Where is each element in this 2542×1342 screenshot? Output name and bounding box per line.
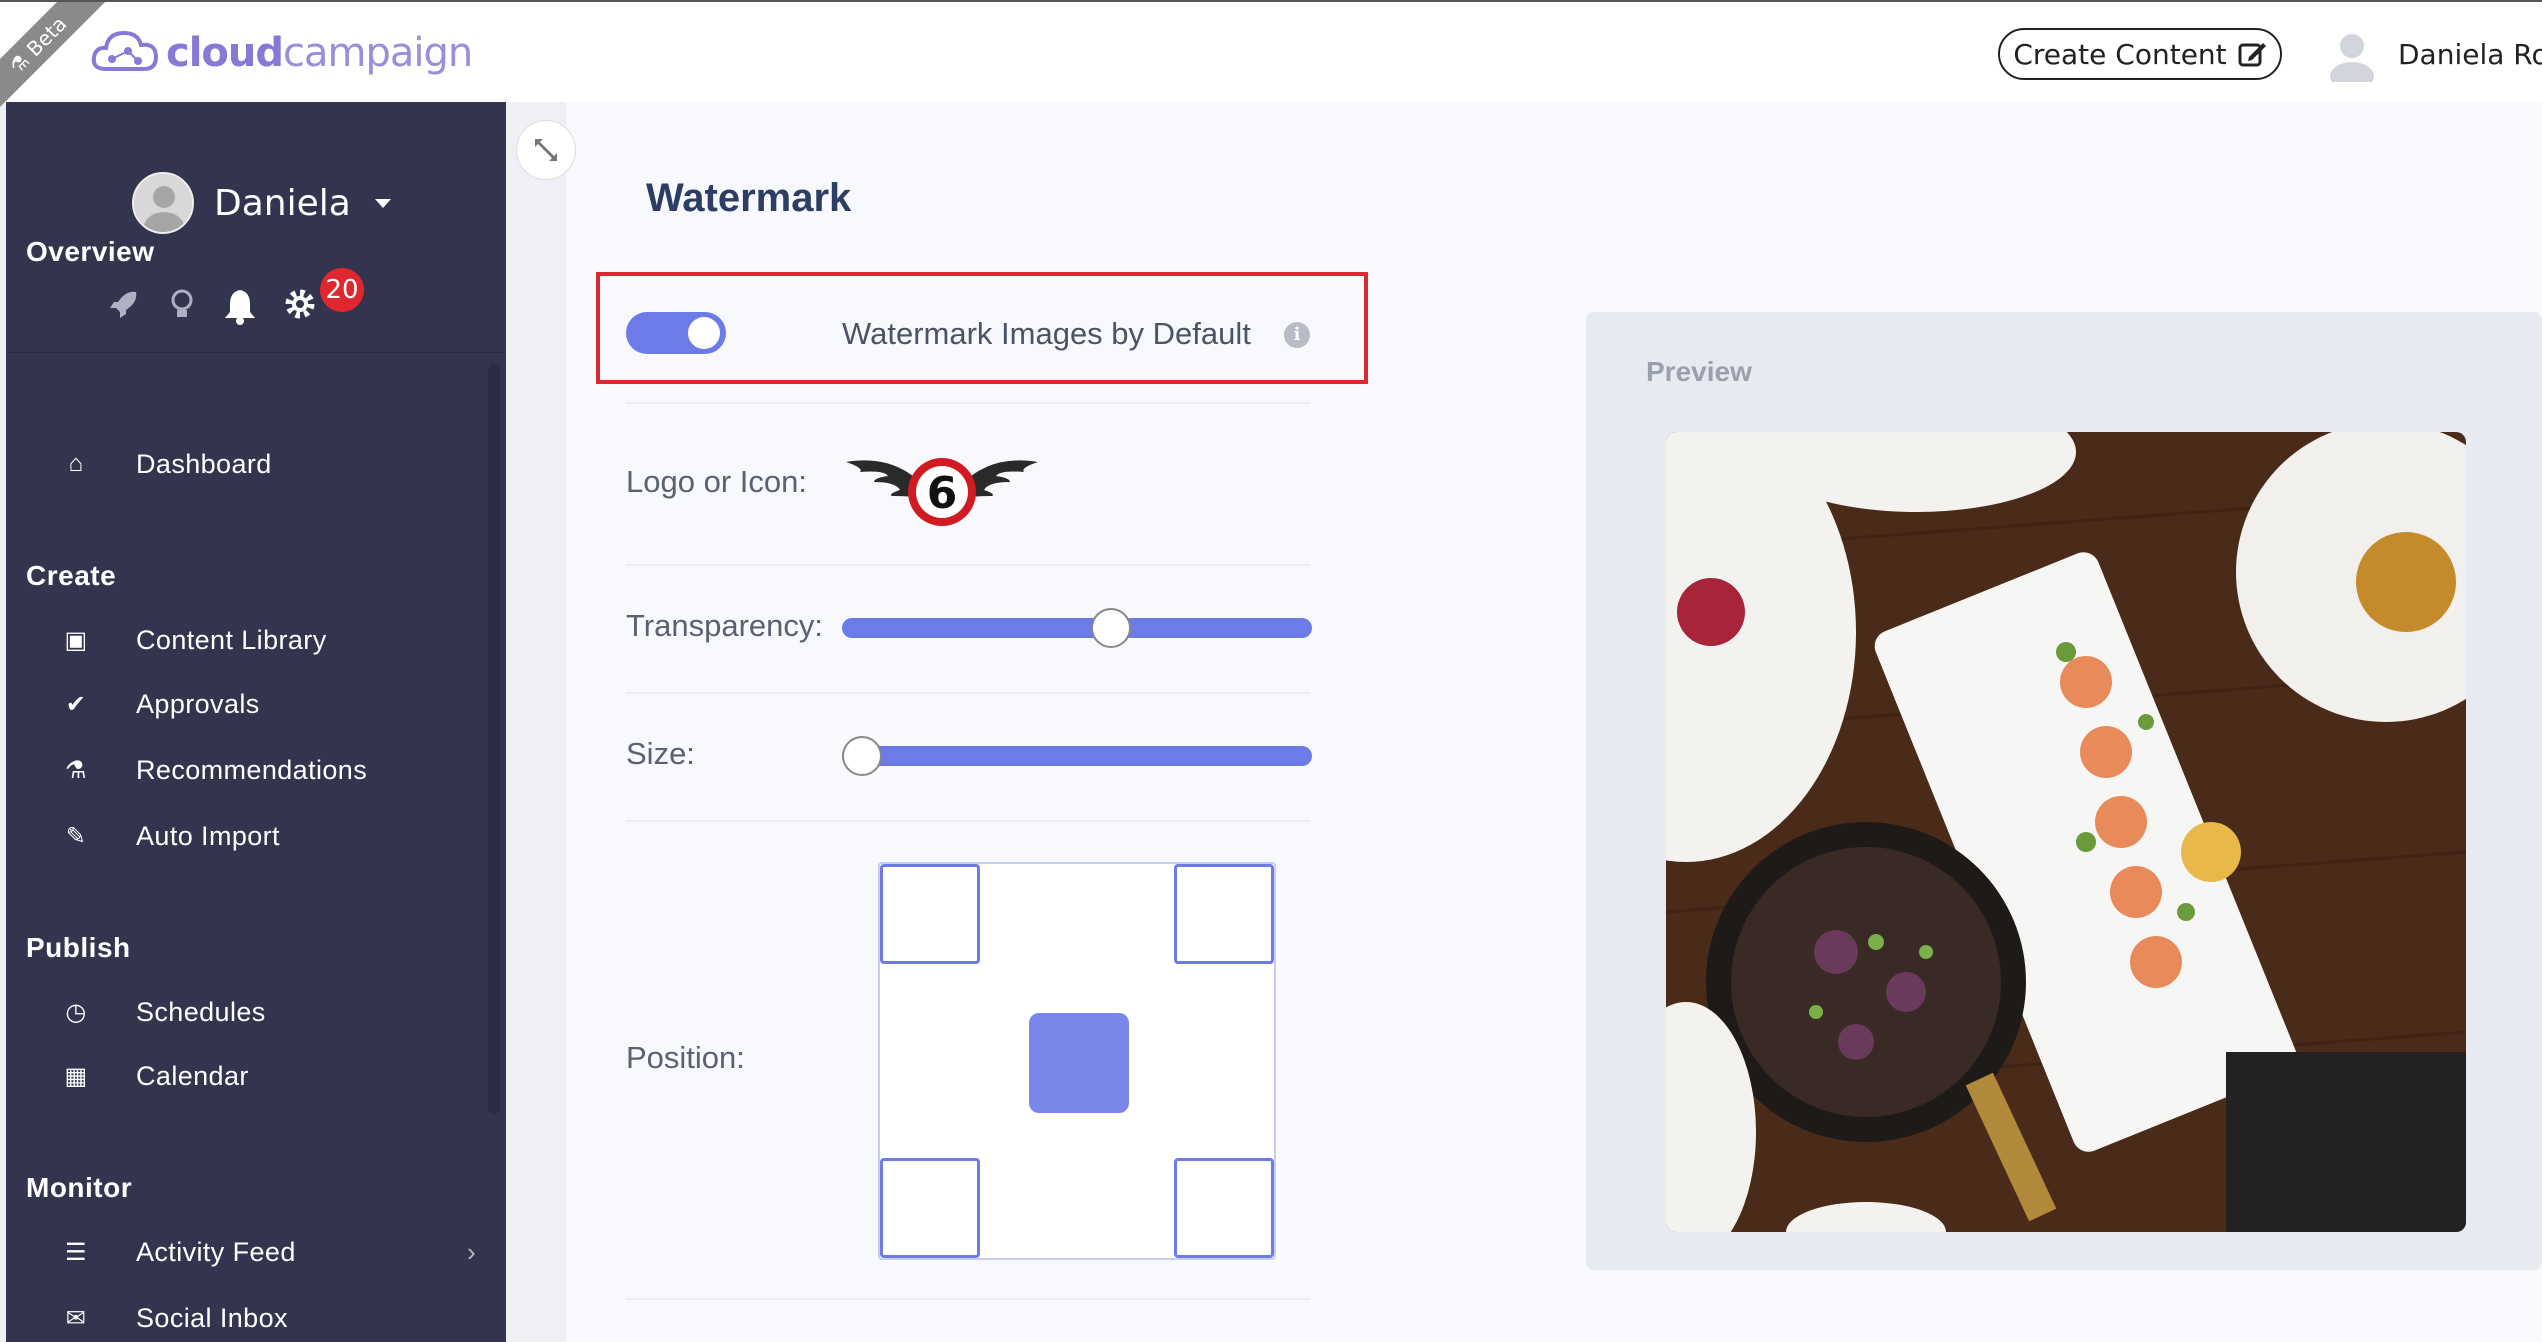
divider bbox=[626, 402, 1310, 404]
user-name: Daniela Ros bbox=[2398, 37, 2542, 71]
divider bbox=[626, 1298, 1310, 1300]
section-create: Create bbox=[26, 560, 117, 591]
sidebar-divider bbox=[6, 352, 506, 353]
bell-icon[interactable] bbox=[218, 286, 262, 330]
top-bar: ⚗ Beta cloudcampaign Create Content Dani… bbox=[0, 0, 2542, 114]
sidebar: Daniela 20 Overview ⌂ Dashboard Create ▣… bbox=[6, 102, 506, 1342]
section-overview: Overview bbox=[26, 236, 155, 267]
user-menu[interactable]: Daniela Ros bbox=[2324, 24, 2542, 84]
sidebar-item-dashboard[interactable]: ⌂ Dashboard bbox=[56, 442, 476, 486]
logo-text: cloudcampaign bbox=[166, 30, 473, 76]
chevron-right-icon: › bbox=[466, 1236, 476, 1267]
divider bbox=[626, 820, 1310, 822]
profile-name: Daniela bbox=[214, 182, 351, 224]
position-top-left[interactable] bbox=[880, 864, 980, 964]
size-label: Size: bbox=[626, 736, 695, 771]
notification-badge: 20 bbox=[320, 268, 364, 312]
sidebar-item-schedules[interactable]: ◷ Schedules bbox=[56, 990, 476, 1034]
page-title: Watermark bbox=[646, 176, 852, 220]
sidebar-item-calendar[interactable]: ▦ Calendar bbox=[56, 1054, 476, 1098]
logo-label: Logo or Icon: bbox=[626, 464, 807, 499]
watermark-toggle[interactable] bbox=[626, 312, 726, 354]
logo-mark-text: 6 bbox=[927, 468, 958, 519]
calendar-check-icon: ▦ bbox=[64, 1062, 88, 1090]
transparency-slider-thumb[interactable] bbox=[1091, 608, 1131, 648]
sidebar-item-social-inbox[interactable]: ✉ Social Inbox bbox=[56, 1296, 476, 1340]
rocket-icon[interactable] bbox=[102, 286, 146, 330]
winged-six-logo: 6 bbox=[846, 458, 1038, 526]
transparency-label: Transparency: bbox=[626, 608, 823, 643]
section-monitor: Monitor bbox=[26, 1172, 133, 1203]
envelope-icon: ✉ bbox=[65, 1304, 87, 1332]
clock-icon: ◷ bbox=[65, 998, 87, 1026]
sidebar-item-auto-import[interactable]: ✎ Auto Import bbox=[56, 814, 476, 858]
caret-down-icon bbox=[374, 198, 391, 208]
sidebar-item-recommendations[interactable]: ⚗ Recommendations bbox=[56, 748, 476, 792]
position-grid bbox=[878, 862, 1276, 1260]
sidebar-item-activity-feed[interactable]: ☰ Activity Feed › bbox=[56, 1230, 476, 1274]
sidebar-item-content-library[interactable]: ▣ Content Library bbox=[56, 618, 476, 662]
flask-icon: ⚗ bbox=[65, 756, 87, 784]
profile-menu[interactable]: Daniela bbox=[132, 172, 391, 234]
user-avatar-icon bbox=[2330, 34, 2374, 82]
avatar bbox=[132, 172, 194, 234]
size-slider-thumb[interactable] bbox=[842, 736, 882, 776]
preview-title: Preview bbox=[1646, 356, 1752, 387]
divider bbox=[626, 692, 1310, 694]
position-center[interactable] bbox=[1029, 1013, 1129, 1113]
position-label: Position: bbox=[626, 1040, 745, 1075]
magic-wand-icon: ✎ bbox=[65, 822, 87, 850]
info-icon[interactable]: i bbox=[1284, 322, 1310, 348]
image-file-icon: ▣ bbox=[64, 626, 88, 654]
watermark-logo[interactable]: 6 bbox=[844, 446, 1040, 535]
preview-image bbox=[1666, 432, 2466, 1232]
expand-arrows-icon bbox=[535, 139, 557, 161]
position-top-right[interactable] bbox=[1174, 864, 1274, 964]
food-photo bbox=[1666, 432, 2466, 1232]
quick-icons: 20 bbox=[102, 268, 422, 338]
app-logo[interactable]: cloudcampaign bbox=[86, 18, 473, 88]
section-publish: Publish bbox=[26, 932, 131, 963]
lightbulb-icon[interactable] bbox=[160, 286, 204, 330]
position-bottom-right[interactable] bbox=[1174, 1158, 1274, 1258]
sidebar-scrollbar[interactable] bbox=[488, 364, 500, 1114]
toggle-label: Watermark Images by Default bbox=[842, 316, 1251, 351]
edit-icon bbox=[2238, 43, 2266, 67]
transparency-slider[interactable] bbox=[842, 608, 1312, 648]
position-bottom-left[interactable] bbox=[880, 1158, 980, 1258]
expand-button[interactable] bbox=[516, 120, 576, 180]
create-content-button[interactable]: Create Content bbox=[1998, 28, 2282, 80]
sidebar-item-approvals[interactable]: ✔ Approvals bbox=[56, 682, 476, 726]
cloud-network-icon bbox=[91, 30, 159, 71]
home-icon: ⌂ bbox=[68, 450, 84, 477]
gear-icon[interactable] bbox=[278, 286, 322, 330]
size-slider[interactable] bbox=[842, 736, 1312, 776]
check-circle-icon: ✔ bbox=[65, 690, 87, 718]
divider bbox=[626, 564, 1310, 566]
list-icon: ☰ bbox=[65, 1238, 87, 1266]
